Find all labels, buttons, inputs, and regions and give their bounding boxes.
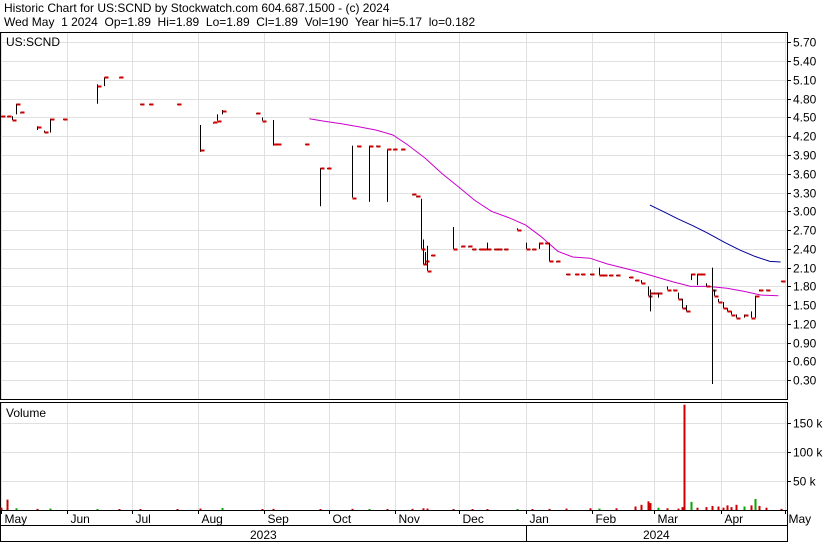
price-tick-label: 0.90: [793, 337, 817, 351]
volume-panel-frame: [0, 402, 788, 511]
moving-average-short-line: [309, 118, 779, 297]
price-tick-label: 3.90: [793, 149, 817, 163]
month-tick-label: Jan: [530, 512, 549, 526]
volume-tick-label: 150 k: [793, 417, 823, 431]
month-tick-label: Feb: [596, 512, 617, 526]
moving-average-long-line: [649, 204, 781, 263]
volume-tick-label: 50 k: [793, 475, 817, 489]
month-tick-label: Jul: [136, 512, 151, 526]
volume-bars: [0, 404, 783, 510]
price-tick-label: 2.40: [793, 243, 817, 257]
moving-averages: [309, 118, 781, 297]
volume-label: Volume: [6, 406, 46, 420]
month-tick-label: Aug: [202, 512, 223, 526]
ticker-label: US:SCND: [6, 35, 60, 49]
price-tick-label: 5.40: [793, 55, 817, 69]
year-label: 2024: [643, 528, 670, 542]
price-tick-label: 1.20: [793, 318, 817, 332]
month-tick-label: Dec: [463, 512, 484, 526]
price-tick-label: 4.20: [793, 130, 817, 144]
month-tick-label: Mar: [658, 512, 679, 526]
price-tick-label: 1.80: [793, 280, 817, 294]
month-tick-label: Jun: [71, 512, 90, 526]
price-tick-label: 0.30: [793, 374, 817, 388]
price-tick-label: 5.10: [793, 74, 817, 88]
historic-chart: US:SCND Volume 0.30 0.60 0.90 1.20 1.50 1.80 2…: [0, 32, 823, 542]
price-tick-label: 2.10: [793, 262, 817, 276]
year-axis: 2023 2024: [250, 526, 670, 542]
price-panel-frame: [0, 32, 788, 400]
price-tick-label: 5.70: [793, 36, 817, 50]
volume-tick-label: 100 k: [793, 446, 823, 460]
price-tick-label: 3.00: [793, 205, 817, 219]
month-tick-label: May: [789, 512, 812, 526]
volume-axis: 50 k 100 k 150 k: [787, 417, 823, 489]
month-axis: May Jun Jul Aug Sep Oct Nov Dec Jan Feb Mar Apr May: [1, 510, 812, 526]
price-tick-label: 4.50: [793, 111, 817, 125]
month-tick-label: Apr: [725, 512, 744, 526]
price-axis: 0.30 0.60 0.90 1.20 1.50 1.80 2.10 2.40 2.70 3.00…: [787, 36, 817, 388]
grid: [1, 33, 787, 510]
price-tick-label: 2.70: [793, 224, 817, 238]
month-tick-label: May: [5, 512, 28, 526]
price-tick-label: 3.60: [793, 168, 817, 182]
price-tick-label: 0.60: [793, 355, 817, 369]
price-tick-label: 1.50: [793, 299, 817, 313]
month-tick-label: Nov: [399, 512, 420, 526]
month-tick-label: Oct: [333, 512, 352, 526]
price-tick-label: 4.80: [793, 93, 817, 107]
price-tick-label: 3.30: [793, 187, 817, 201]
month-tick-label: Sep: [268, 512, 290, 526]
year-label: 2023: [250, 528, 277, 542]
